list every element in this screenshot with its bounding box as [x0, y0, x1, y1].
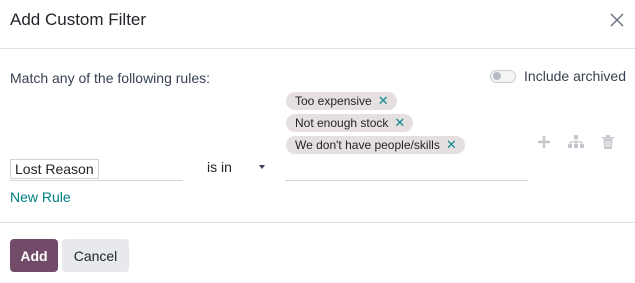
- dialog-footer: Add Cancel: [0, 223, 635, 283]
- dialog-header: Add Custom Filter: [0, 0, 635, 49]
- toggle-knob: [493, 72, 502, 80]
- rule-operator-value: is in: [207, 159, 232, 175]
- new-rule-link[interactable]: New Rule: [10, 189, 71, 205]
- custom-filter-dialog: Add Custom Filter Match any of the follo…: [0, 0, 635, 283]
- add-rule-button[interactable]: [535, 133, 553, 151]
- tag: We don't have people/skills ✕: [286, 136, 465, 154]
- tag-remove-icon[interactable]: ✕: [378, 93, 389, 109]
- rule-actions: [535, 133, 617, 151]
- rule-field-value[interactable]: Lost Reason: [10, 159, 99, 179]
- rule-field-selector[interactable]: Lost Reason: [10, 159, 183, 181]
- include-archived-label: Include archived: [524, 68, 626, 84]
- trash-icon: [602, 135, 614, 149]
- close-button[interactable]: [607, 10, 627, 30]
- tag-label: Not enough stock: [295, 116, 389, 130]
- dialog-body: Match any of the following rules: Includ…: [0, 49, 635, 223]
- tag: Not enough stock ✕: [286, 114, 414, 132]
- include-archived-toggle[interactable]: Include archived: [490, 68, 626, 84]
- dialog-title: Add Custom Filter: [10, 10, 147, 29]
- add-button[interactable]: Add: [10, 239, 58, 272]
- tag-label: We don't have people/skills: [295, 138, 440, 152]
- add-branch-button[interactable]: [567, 133, 585, 151]
- rule-value-tags[interactable]: Too expensive ✕ Not enough stock ✕ We do…: [285, 92, 528, 181]
- match-rules-label: Match any of the following rules:: [10, 70, 210, 86]
- close-icon: [610, 13, 624, 27]
- delete-rule-button[interactable]: [599, 133, 617, 151]
- caret-down-icon: [259, 165, 265, 169]
- sitemap-icon: [568, 135, 584, 148]
- rule-operator-select[interactable]: is in: [207, 159, 265, 181]
- cancel-button[interactable]: Cancel: [62, 239, 129, 272]
- tag: Too expensive ✕: [286, 92, 397, 110]
- plus-icon: [538, 136, 550, 148]
- tag-remove-icon[interactable]: ✕: [446, 137, 457, 153]
- toggle-switch[interactable]: [490, 69, 517, 83]
- tag-remove-icon[interactable]: ✕: [394, 115, 405, 131]
- tag-label: Too expensive: [295, 94, 372, 108]
